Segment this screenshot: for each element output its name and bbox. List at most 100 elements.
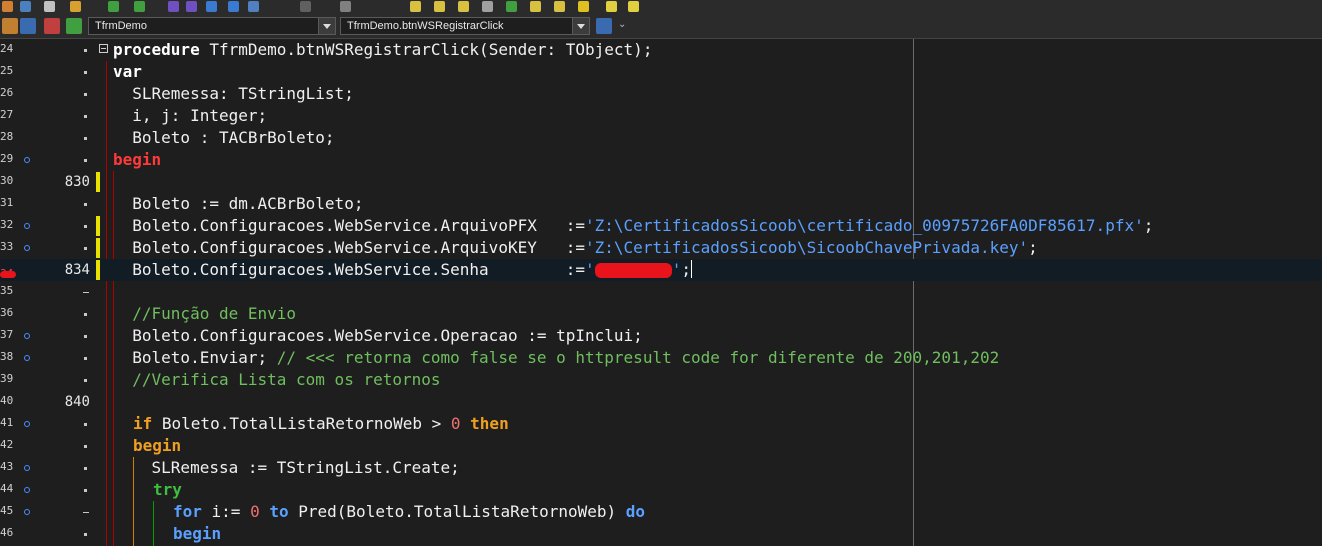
toolbar-icon[interactable] <box>340 1 351 12</box>
code-text: Boleto : TACBrBoleto; <box>113 128 335 147</box>
current-code-line: 34 834 Boleto.Configuracoes.WebService.S… <box>0 259 1322 281</box>
line-number: 30 <box>0 174 14 187</box>
line-number: 39 <box>0 372 14 385</box>
keyword: procedure <box>113 40 200 59</box>
toolbar-icon[interactable] <box>300 1 311 12</box>
code-line: 38 Boleto.Enviar; // <<< retorna como fa… <box>0 347 1322 369</box>
fold-icon[interactable] <box>99 44 108 53</box>
code-line: 30 830 <box>0 171 1322 193</box>
string-literal: ' <box>585 260 595 279</box>
method-selector[interactable]: TfrmDemo.btnWSRegistrarClick <box>340 17 590 35</box>
chevron-down-icon[interactable] <box>318 18 335 34</box>
toolbar-icon[interactable] <box>2 1 13 12</box>
gutter-dash <box>83 292 89 293</box>
code-text: Boleto.TotalListaRetornoWeb > <box>152 414 451 433</box>
toolbar-icon[interactable] <box>410 1 421 12</box>
toolbar-icon[interactable] <box>482 1 493 12</box>
line-number: 29 <box>0 152 14 165</box>
save-icon[interactable] <box>20 18 36 34</box>
line-number: 32 <box>0 218 14 231</box>
keyword: if <box>133 414 153 433</box>
code-editor[interactable]: 24 procedure TfrmDemo.btnWSRegistrarClic… <box>0 39 1322 546</box>
keyword: do <box>625 502 646 521</box>
gutter-dot <box>84 445 87 448</box>
line-number: 36 <box>0 306 14 319</box>
toolbar-icon[interactable] <box>134 1 145 12</box>
string-literal: 'Z:\CertificadosSicoob\SicoobChavePrivad… <box>585 238 1029 257</box>
line-number: 43 <box>0 460 14 473</box>
line-number: 46 <box>0 526 14 539</box>
line-number: 45 <box>0 504 14 517</box>
keyword: for <box>173 502 202 521</box>
keyword: begin <box>113 150 162 169</box>
gutter-dot <box>84 159 87 162</box>
code-text: SLRemessa: TStringList; <box>113 84 354 103</box>
code-line: 37 Boleto.Configuracoes.WebService.Opera… <box>0 325 1322 347</box>
breakpoint-marker-icon[interactable] <box>24 245 30 251</box>
toolbar-icon[interactable] <box>44 1 55 12</box>
code-line: 32 Boleto.Configuracoes.WebService.Arqui… <box>0 215 1322 237</box>
toolbar-icon[interactable] <box>186 1 197 12</box>
code-text: i, j: Integer; <box>113 106 268 125</box>
unit-selector[interactable]: TfrmDemo <box>88 17 336 35</box>
string-literal: 'Z:\CertificadosSicoob\certificado_00975… <box>585 216 1144 235</box>
toolbar-icon[interactable] <box>20 1 31 12</box>
line-number: 24 <box>0 42 14 55</box>
toolbar-icon[interactable] <box>458 1 469 12</box>
gutter-dot <box>84 203 87 206</box>
breakpoint-marker-icon[interactable] <box>24 355 30 361</box>
toolbar-icon[interactable] <box>168 1 179 12</box>
folder-icon[interactable] <box>2 18 18 34</box>
add-impl-icon[interactable] <box>44 18 60 34</box>
change-marker <box>96 260 100 280</box>
chevron-down-icon[interactable] <box>572 18 589 34</box>
code-line: 24 procedure TfrmDemo.btnWSRegistrarClic… <box>0 39 1322 61</box>
toolbar-icon[interactable] <box>606 1 617 12</box>
code-text: SLRemessa := TStringList.Create; <box>113 458 460 477</box>
line-number: 25 <box>0 64 14 77</box>
code-text: Boleto.Configuracoes.WebService.Senha := <box>113 260 586 279</box>
navigation-bar: TfrmDemo TfrmDemo.btnWSRegistrarClick ⌄ <box>0 14 1322 39</box>
toolbar-icon[interactable] <box>530 1 541 12</box>
line-number: 42 <box>0 438 14 451</box>
breakpoint-marker-icon[interactable] <box>24 421 30 427</box>
gutter-dot <box>84 313 87 316</box>
code-line: 45 for i:= 0 to Pred(Boleto.TotalListaRe… <box>0 501 1322 523</box>
chevron-down-icon[interactable]: ⌄ <box>618 19 626 30</box>
toolbar-icon[interactable] <box>578 1 589 12</box>
code-line: 26 SLRemessa: TStringList; <box>0 83 1322 105</box>
comment: // <<< retorna como false se o httpresul… <box>276 348 1000 367</box>
gutter-dot <box>84 247 87 250</box>
toolbar-icon[interactable] <box>434 1 445 12</box>
breakpoint-marker-icon[interactable] <box>24 487 30 493</box>
line-number: 34 <box>0 267 16 281</box>
line-number: 33 <box>0 240 14 253</box>
toolbar-icon[interactable] <box>628 1 639 12</box>
code-line: 41 if Boleto.TotalListaRetornoWeb > 0 th… <box>0 413 1322 435</box>
keyword: begin <box>173 524 222 543</box>
breakpoint-marker-icon[interactable] <box>24 465 30 471</box>
code-text: Boleto.Configuracoes.WebService.ArquivoP… <box>113 216 586 235</box>
breakpoint-marker-icon[interactable] <box>24 157 30 163</box>
toolbar-icon[interactable] <box>228 1 239 12</box>
toolbar-icon[interactable] <box>554 1 565 12</box>
keyword: var <box>113 62 142 81</box>
comment: //Verifica Lista com os retornos <box>113 370 441 389</box>
toolbar-icon[interactable] <box>70 1 81 12</box>
gutter-dot <box>84 225 87 228</box>
gutter-dot <box>84 71 87 74</box>
add-impl-icon[interactable] <box>66 18 82 34</box>
toolbar-icon[interactable] <box>108 1 119 12</box>
code-text: Boleto.Enviar; <box>113 348 277 367</box>
gutter-dash <box>83 512 89 513</box>
keyword: then <box>460 414 509 433</box>
toolbar-icon[interactable] <box>506 1 517 12</box>
toolbar-icon[interactable] <box>248 1 259 12</box>
breakpoint-marker-icon[interactable] <box>24 333 30 339</box>
structure-view-icon[interactable] <box>596 18 612 34</box>
toolbar-icon[interactable] <box>206 1 217 12</box>
breakpoint-marker-icon[interactable] <box>24 509 30 515</box>
code-line: 39 //Verifica Lista com os retornos <box>0 369 1322 391</box>
breakpoint-marker-icon[interactable] <box>24 223 30 229</box>
code-line: 46 begin <box>0 523 1322 545</box>
